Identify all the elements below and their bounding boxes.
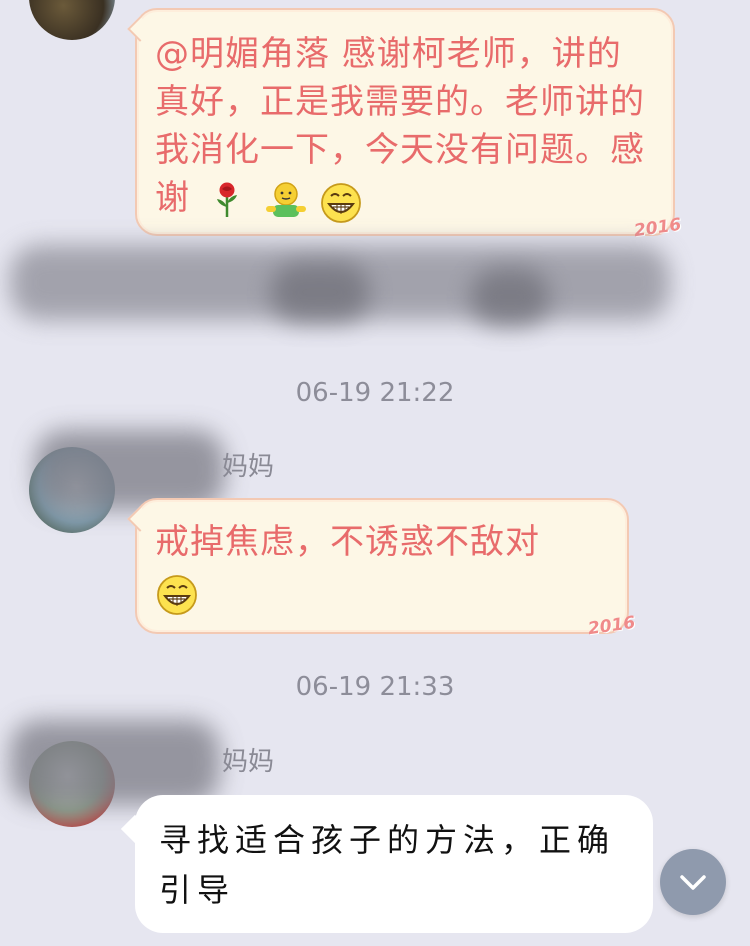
avatar[interactable]: [29, 0, 115, 40]
bubble-tail: [120, 814, 150, 844]
redacted-region: [470, 268, 550, 326]
sender-name: 妈妈: [222, 747, 275, 777]
message-text: 寻找适合孩子的方法，正确引导: [159, 821, 616, 909]
sender-name: 妈妈: [222, 452, 275, 482]
decoration-stamp: 2016: [586, 612, 637, 640]
rose-icon: [208, 181, 246, 219]
chevron-down-icon: [680, 875, 706, 890]
message-bubble[interactable]: 戒掉焦虑，不诱惑不敌对 2016: [127, 498, 636, 639]
hug-icon: [264, 181, 306, 219]
redacted-region: [10, 720, 220, 805]
message-bubble[interactable]: @明媚角落 感谢柯老师，讲的真好，正是我需要的。老师讲的我消化一下，今天没有问题…: [127, 8, 682, 241]
message-text: @明媚角落 感谢柯老师，讲的真好，正是我需要的。老师讲的我消化一下，今天没有问题…: [155, 30, 655, 223]
message-bubble[interactable]: 寻找适合孩子的方法，正确引导: [120, 795, 653, 933]
timestamp: 06-19 21:33: [295, 672, 455, 702]
grin-icon: [319, 181, 362, 223]
scroll-to-bottom-button[interactable]: [660, 849, 726, 915]
timestamp: 06-19 21:22: [295, 378, 455, 408]
message-text: 戒掉焦虑，不诱惑不敌对: [155, 518, 625, 615]
grin-icon: [155, 573, 197, 615]
bubble-tail: [127, 16, 153, 42]
bubble-tail: [127, 506, 153, 532]
redacted-region: [270, 262, 370, 322]
